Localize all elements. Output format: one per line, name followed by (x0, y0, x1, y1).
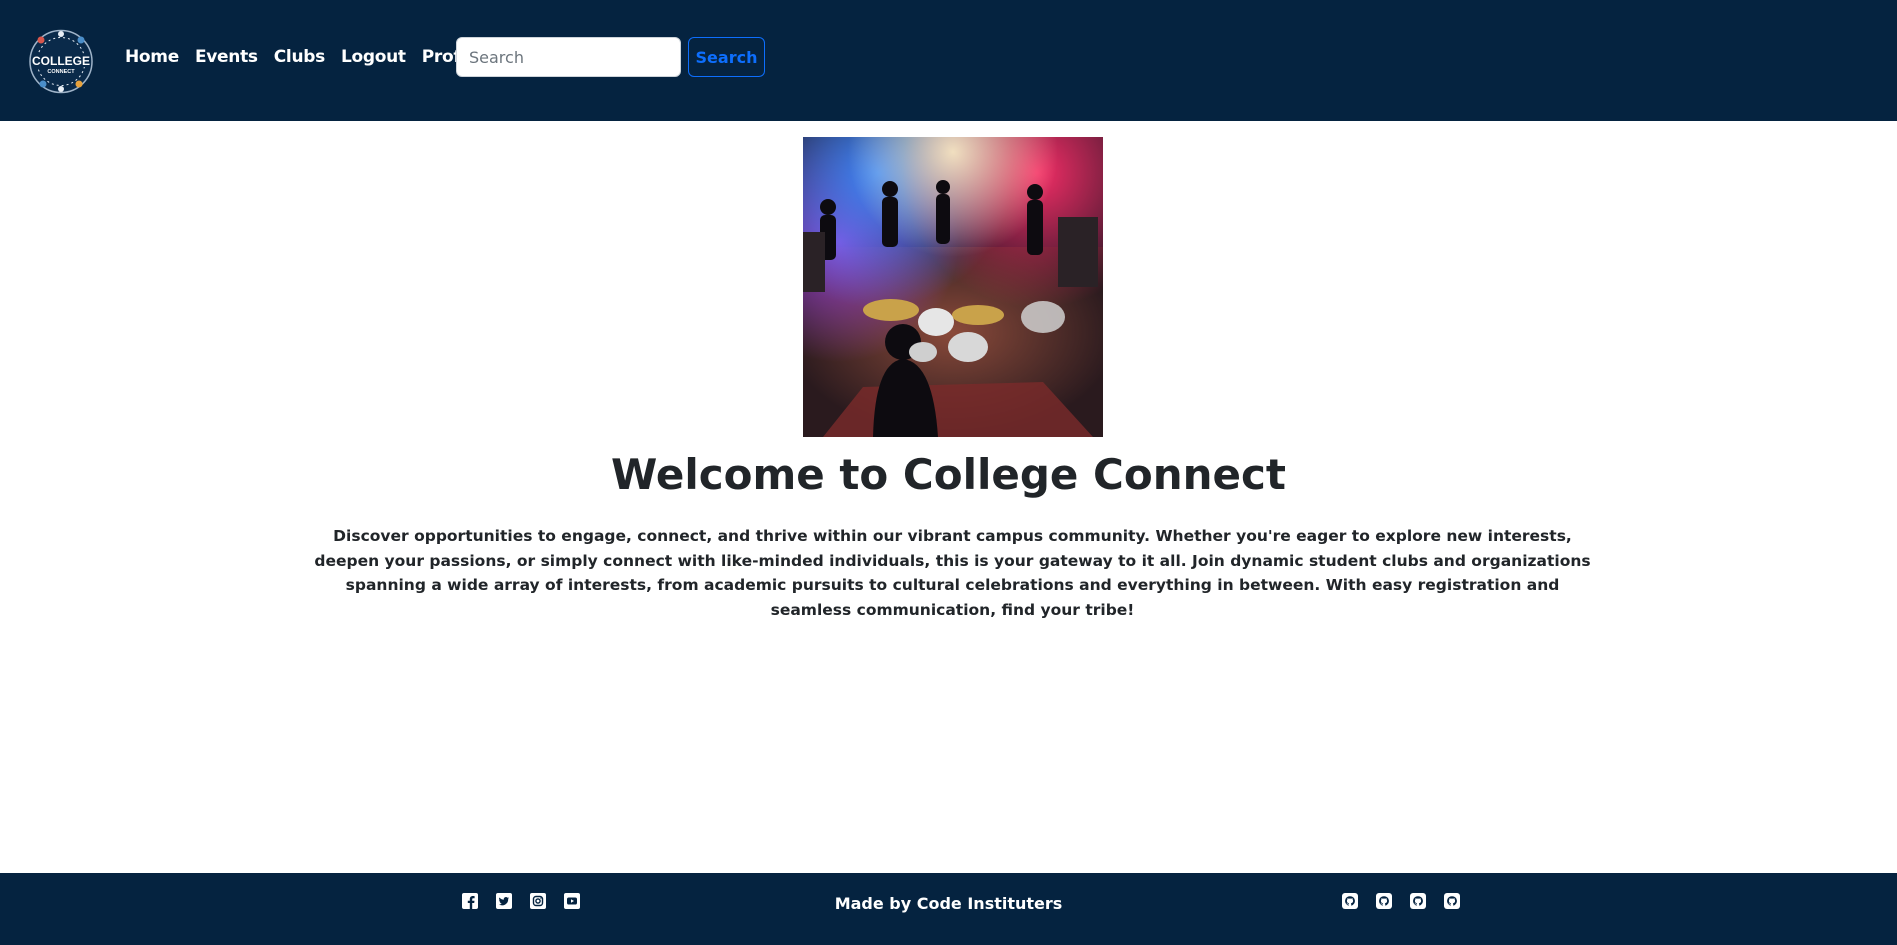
nav-clubs-link[interactable]: Clubs (274, 44, 326, 70)
footer: Made by Code Instituters (0, 873, 1897, 945)
github-icon[interactable] (1376, 893, 1392, 909)
main-nav: Home Events Clubs Logout Profile (125, 44, 499, 70)
github-icon[interactable] (1410, 893, 1426, 909)
github-icon[interactable] (1444, 893, 1460, 909)
github-icon[interactable] (1342, 893, 1358, 909)
footer-credit: Made by Code Instituters (834, 894, 1063, 913)
navbar: COLLEGE CONNECT Home Events Clubs Logout… (0, 0, 1897, 121)
search-button[interactable]: Search (688, 37, 765, 77)
svg-text:COLLEGE: COLLEGE (32, 54, 90, 68)
nav-events-link[interactable]: Events (195, 44, 258, 70)
svg-text:CONNECT: CONNECT (47, 69, 75, 75)
hero-image-band-photo (803, 137, 1103, 437)
github-links (1342, 893, 1478, 909)
intro-paragraph: Discover opportunities to engage, connec… (314, 527, 1591, 619)
page-title: Welcome to College Connect (611, 450, 1286, 499)
search-input[interactable] (456, 37, 681, 77)
nav-logout-link[interactable]: Logout (341, 44, 406, 70)
logo-link[interactable]: COLLEGE CONNECT (29, 28, 93, 95)
college-connect-logo: COLLEGE CONNECT (29, 29, 93, 94)
nav-home-link[interactable]: Home (125, 44, 179, 70)
